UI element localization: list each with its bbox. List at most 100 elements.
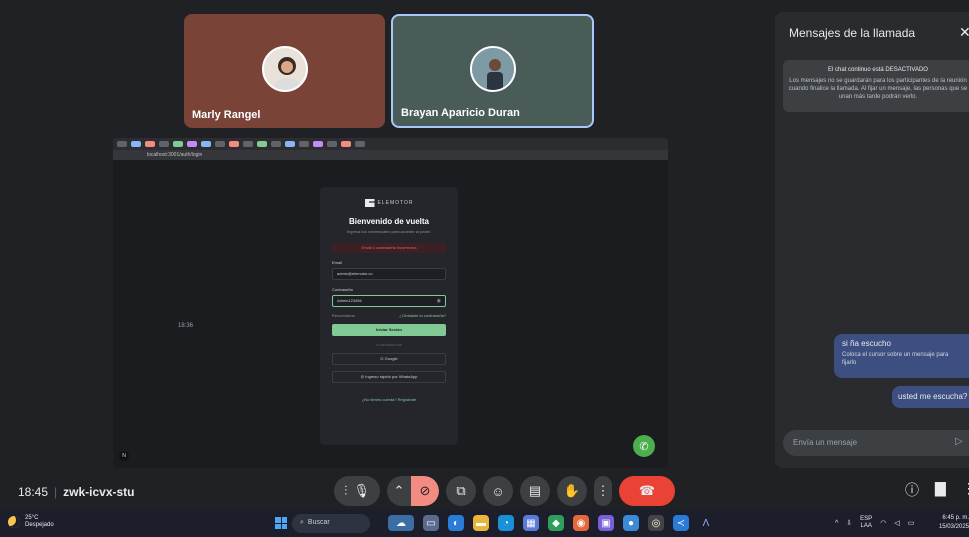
browser-tab[interactable] bbox=[187, 141, 197, 147]
audio-levels-icon: ⫶ bbox=[344, 483, 348, 498]
whatsapp-login-button[interactable]: ◎ Ingreso rápido por WhatsApp bbox=[332, 371, 446, 383]
edge-browser-icon[interactable]: ◔ bbox=[498, 515, 514, 531]
taskbar-search[interactable]: ⌕ Buscar bbox=[292, 514, 370, 533]
remember-me-checkbox[interactable]: Recuérdame bbox=[332, 313, 355, 318]
chevron-up-icon[interactable]: ⌃ bbox=[387, 476, 411, 506]
system-tray: ^ ⇩ ESP LAA ◠ ◁ ▭ bbox=[835, 516, 914, 530]
info-icon[interactable]: ⓘ bbox=[905, 480, 919, 500]
windows-start-icon[interactable] bbox=[275, 517, 287, 529]
search-icon: ⌕ bbox=[300, 519, 304, 526]
login-subtitle: Ingresa tus credenciales para acceder al… bbox=[346, 229, 432, 234]
browser-tab[interactable] bbox=[257, 141, 267, 147]
browser-tab[interactable] bbox=[299, 141, 309, 147]
more-options-button[interactable]: ⋮ bbox=[594, 476, 612, 506]
browser-tab[interactable] bbox=[327, 141, 337, 147]
nextjs-badge[interactable]: N bbox=[119, 451, 129, 461]
captions-icon: ▤ bbox=[528, 483, 542, 498]
browser-tab[interactable] bbox=[341, 141, 351, 147]
more-icon[interactable]: ⋮ bbox=[962, 480, 969, 500]
chat-message[interactable]: si ña escucho Coloca el cursor sobre un … bbox=[834, 334, 969, 378]
email-label: Email bbox=[332, 260, 343, 265]
chat-message[interactable]: usted me escucha? bbox=[892, 386, 969, 408]
browser-tab[interactable] bbox=[243, 141, 253, 147]
raise-hand-button[interactable]: ✋ bbox=[557, 476, 587, 506]
register-link[interactable]: ¿No tienes cuenta? Regístrate bbox=[320, 397, 458, 402]
store-icon[interactable]: ▦ bbox=[523, 515, 539, 531]
end-call-button[interactable]: ☎ bbox=[619, 476, 675, 506]
chevron-up-icon[interactable]: ^ bbox=[835, 520, 838, 527]
weather-text: 25°C Despejado bbox=[25, 515, 54, 529]
github-icon[interactable]: ◎ bbox=[648, 515, 664, 531]
brand-mark-icon bbox=[364, 199, 375, 207]
chrome-icon[interactable]: ◉ bbox=[573, 515, 589, 531]
app-icon[interactable]: Λ bbox=[698, 515, 714, 531]
microphone-icon: 🎙 bbox=[353, 483, 370, 498]
login-button[interactable]: Iniciar Sesión bbox=[332, 324, 446, 336]
app-icon[interactable]: ◆ bbox=[548, 515, 564, 531]
browser-tab[interactable] bbox=[145, 141, 155, 147]
browser-tab[interactable] bbox=[271, 141, 281, 147]
search-placeholder: Buscar bbox=[307, 519, 330, 526]
wifi-icon[interactable]: ◠ bbox=[880, 519, 886, 527]
browser-tab[interactable] bbox=[117, 141, 127, 147]
browser-tab[interactable] bbox=[201, 141, 211, 147]
google-button-label: Google bbox=[384, 356, 398, 361]
browser-tab[interactable] bbox=[159, 141, 169, 147]
chat-message-text: usted me escucha? bbox=[898, 392, 968, 401]
browser-tab[interactable] bbox=[173, 141, 183, 147]
browser-address-bar[interactable]: localhost:3001/auth/login bbox=[113, 150, 668, 160]
reactions-button[interactable]: ☺ bbox=[483, 476, 513, 506]
task-view-icon[interactable]: ▭ bbox=[423, 515, 439, 531]
app-icon[interactable]: ● bbox=[623, 515, 639, 531]
email-field[interactable]: admin@elemotor.co bbox=[332, 268, 446, 280]
weather-widget[interactable]: 25°C Despejado bbox=[8, 515, 54, 529]
login-error-alert: Email o contraseña incorrectos bbox=[332, 243, 446, 253]
chat-notice: El chat continuo está DESACTIVADO Los me… bbox=[783, 60, 969, 112]
lang-top: ESP bbox=[860, 516, 873, 522]
present-screen-button[interactable]: ⧉ bbox=[446, 476, 476, 506]
browser-tab[interactable] bbox=[313, 141, 323, 147]
captions-button[interactable]: ▤ bbox=[520, 476, 550, 506]
taskbar-apps: ☁ ▭ ◐ ▬ ◔ ▦ ◆ ◉ ▣ ● ◎ ≺ Λ bbox=[388, 515, 714, 531]
battery-icon[interactable]: ▭ bbox=[908, 519, 915, 527]
browser-tab[interactable] bbox=[229, 141, 239, 147]
participant-name: Brayan Aparicio Duran bbox=[401, 107, 520, 119]
meeting-time: 18:45 bbox=[18, 485, 49, 499]
login-card: ELEMOTOR Bienvenido de vuelta Ingresa tu… bbox=[320, 187, 458, 445]
browser-tab[interactable] bbox=[215, 141, 225, 147]
edge-icon[interactable]: ◐ bbox=[448, 515, 464, 531]
brand-name: ELEMOTOR bbox=[377, 200, 414, 206]
taskbar-clock[interactable]: 6:45 p. m. 15/03/2025 bbox=[934, 514, 969, 532]
chat-icon[interactable]: ▇ bbox=[935, 480, 946, 500]
language-indicator[interactable]: ESP LAA bbox=[860, 516, 872, 530]
browser-tab[interactable] bbox=[285, 141, 295, 147]
google-login-button[interactable]: G Google bbox=[332, 353, 446, 365]
whatsapp-float-icon[interactable]: ✆ bbox=[633, 435, 655, 457]
eye-icon[interactable]: ◉ bbox=[437, 296, 441, 306]
whatsapp-button-label: Ingreso rápido por WhatsApp bbox=[365, 374, 418, 379]
temperature: 25°C bbox=[25, 515, 39, 521]
pin-tip: Coloca el cursor sobre un mensaje para f… bbox=[842, 352, 949, 366]
password-field[interactable]: Admin123456 ◉ bbox=[332, 295, 446, 307]
browser-tab[interactable] bbox=[131, 141, 141, 147]
participant-name: Marly Rangel bbox=[192, 109, 261, 121]
send-icon[interactable]: ▷ bbox=[955, 436, 963, 447]
login-options: Recuérdame ¿Olvidaste tu contraseña? bbox=[332, 313, 446, 318]
usb-icon[interactable]: ⇩ bbox=[846, 519, 852, 527]
camera-off-icon[interactable]: ⊘ bbox=[411, 476, 439, 506]
vscode-icon[interactable]: ≺ bbox=[673, 515, 689, 531]
browser-tab[interactable] bbox=[355, 141, 365, 147]
close-icon[interactable]: ✕ bbox=[959, 24, 969, 41]
present-icon: ⧉ bbox=[456, 483, 466, 498]
chat-message-input[interactable]: Envía un mensaje bbox=[783, 430, 969, 456]
mic-button[interactable]: ⫶ 🎙 bbox=[334, 476, 380, 506]
emoji-icon: ☺ bbox=[491, 483, 505, 499]
volume-icon[interactable]: ◁ bbox=[894, 519, 899, 527]
file-explorer-icon[interactable]: ▬ bbox=[473, 515, 489, 531]
hand-icon: ✋ bbox=[563, 483, 581, 498]
separator: | bbox=[54, 485, 58, 499]
camera-button[interactable]: ⌃ ⊘ bbox=[387, 476, 439, 506]
forgot-password-link[interactable]: ¿Olvidaste tu contraseña? bbox=[399, 313, 446, 318]
app-icon[interactable]: ▣ bbox=[598, 515, 614, 531]
widgets-icon[interactable]: ☁ bbox=[388, 515, 414, 531]
